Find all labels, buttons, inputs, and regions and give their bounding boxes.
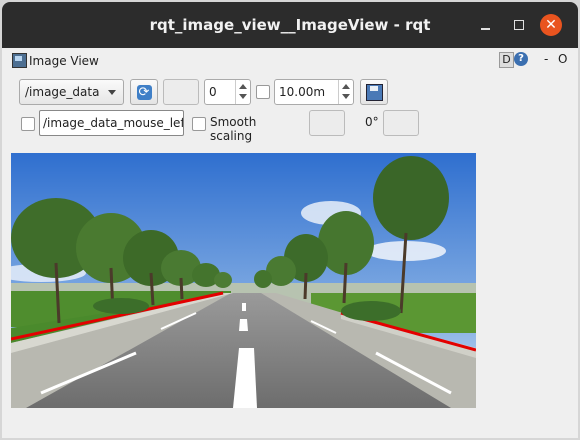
minimize-plugin-button[interactable]: - — [544, 52, 548, 66]
mouse-topic-input[interactable]: /image_data_mouse_left — [39, 110, 184, 136]
image-view-icon — [12, 53, 27, 68]
main-content: Image View D ? - O /image_data ⟳ 0 10.00… — [2, 48, 578, 438]
number-spinbox-value: 0 — [209, 85, 217, 99]
app-window: rqt_image_view__ImageView - rqt ✕ Image … — [2, 2, 578, 438]
topic-select[interactable]: /image_data — [19, 79, 124, 105]
title-bar[interactable]: rqt_image_view__ImageView - rqt ✕ — [2, 2, 578, 48]
mouse-publish-checkbox[interactable] — [21, 117, 35, 131]
chevron-up-icon[interactable] — [239, 84, 247, 89]
smooth-scaling-label: Smooth scaling — [210, 115, 257, 143]
smooth-scaling-checkbox[interactable] — [192, 117, 206, 131]
spinbox-arrows[interactable] — [338, 80, 353, 104]
chevron-down-icon[interactable] — [342, 94, 350, 99]
maximize-icon[interactable] — [508, 14, 530, 36]
plugin-title: Image View — [12, 53, 99, 68]
dynamic-range-checkbox[interactable] — [256, 85, 270, 99]
road-image — [11, 153, 476, 408]
mouse-topic-value: /image_data_mouse_left — [43, 116, 184, 130]
plugin-title-label: Image View — [29, 53, 99, 68]
rate-spinbox-value: 10.00m — [279, 85, 326, 99]
status-bar — [2, 424, 578, 438]
chevron-up-icon[interactable] — [342, 84, 350, 89]
rotate-right-button[interactable] — [383, 110, 419, 136]
close-plugin-button[interactable]: O — [558, 52, 567, 66]
rotation-label: 0° — [365, 115, 379, 129]
blank-button[interactable] — [163, 79, 199, 105]
spinbox-arrows[interactable] — [235, 80, 250, 104]
save-icon — [365, 83, 383, 101]
image-display[interactable] — [11, 153, 476, 408]
close-icon[interactable]: ✕ — [540, 14, 562, 36]
minimize-icon[interactable] — [474, 14, 496, 36]
refresh-button[interactable]: ⟳ — [130, 79, 158, 105]
save-image-button[interactable] — [360, 79, 388, 105]
rotate-left-button[interactable] — [309, 110, 345, 136]
number-spinbox[interactable]: 0 — [204, 79, 251, 105]
topic-select-value: /image_data — [25, 85, 100, 99]
chevron-down-icon — [108, 90, 116, 95]
chevron-down-icon[interactable] — [239, 94, 247, 99]
rate-spinbox[interactable]: 10.00m — [274, 79, 354, 105]
refresh-icon: ⟳ — [136, 84, 152, 100]
dock-button[interactable]: D — [499, 52, 514, 68]
help-icon[interactable]: ? — [514, 52, 528, 66]
